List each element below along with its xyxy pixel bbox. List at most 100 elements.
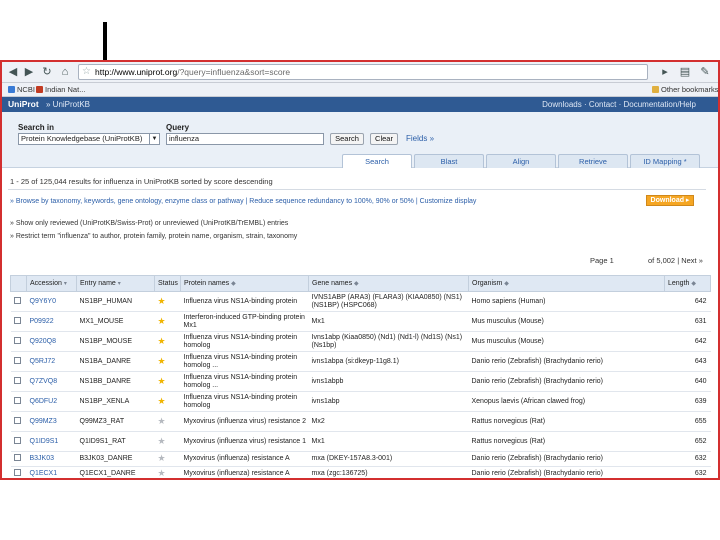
accession-cell[interactable]: Q9Y6Y0 bbox=[26, 291, 77, 312]
tab-search[interactable]: Search bbox=[342, 154, 412, 168]
row-checkbox[interactable] bbox=[10, 391, 27, 412]
url-field[interactable]: ☆ http://www.uniprot.org/?query=influenz… bbox=[78, 64, 648, 80]
home-icon[interactable]: ⌂ bbox=[58, 65, 72, 79]
tab-align[interactable]: Align bbox=[486, 154, 556, 168]
search-button[interactable]: Search bbox=[330, 133, 364, 145]
sort-icon: ◆ bbox=[354, 281, 359, 287]
accession-cell[interactable]: Q7ZVQ8 bbox=[26, 371, 77, 392]
bookmark-label: Indian Nat... bbox=[45, 85, 86, 94]
pager-page[interactable]: Page 1 bbox=[590, 256, 614, 265]
column-header-status[interactable]: Status bbox=[154, 275, 181, 292]
gene-names-cell: Ivns1abp (Kiaa0850) (Nd1) (Nd1-l) (Nd1S)… bbox=[308, 331, 469, 352]
gene-names-cell: IVNS1ABP (ARA3) (FLARA3) (KIAA0850) (NS1… bbox=[308, 291, 469, 312]
table-row[interactable]: Q9Y6Y0 NS1BP_HUMAN ★ Influenza virus NS1A-b… bbox=[10, 291, 711, 312]
column-header-organism[interactable]: Organism ◆ bbox=[468, 275, 665, 292]
bookmark-star-icon[interactable]: ☆ bbox=[82, 65, 91, 79]
accession-cell[interactable]: Q1ECX1 bbox=[26, 466, 77, 478]
accession-cell[interactable]: B3JK03 bbox=[26, 451, 77, 467]
column-header-accession[interactable]: Accession ▾ bbox=[26, 275, 77, 292]
bookmarks-bar: NCBI Indian Nat... Other bookmarks bbox=[2, 83, 718, 97]
table-row[interactable]: B3JK03 B3JK03_DANRE ★ Myxovirus (influenza)… bbox=[10, 451, 711, 467]
accession-cell[interactable]: Q920Q8 bbox=[26, 331, 77, 352]
row-checkbox[interactable] bbox=[10, 431, 27, 452]
organism-cell: Rattus norvegicus (Rat) bbox=[468, 411, 665, 432]
length-cell: 655 bbox=[664, 411, 711, 432]
back-icon[interactable]: ◀ bbox=[6, 65, 20, 79]
fields-link[interactable]: Fields » bbox=[406, 134, 434, 143]
table-row[interactable]: Q99MZ3 Q99MZ3_RAT ★ Myxovirus (influenza vi… bbox=[10, 411, 711, 432]
accession-cell[interactable]: P09922 bbox=[26, 311, 77, 332]
length-cell: 642 bbox=[664, 331, 711, 352]
wrench-icon[interactable]: ✎ bbox=[698, 65, 712, 79]
tab-blast[interactable]: Blast bbox=[414, 154, 484, 168]
row-checkbox[interactable] bbox=[10, 411, 27, 432]
accession-cell[interactable]: Q5RJ72 bbox=[26, 351, 77, 372]
checkbox[interactable] bbox=[13, 469, 21, 477]
checkbox[interactable] bbox=[13, 396, 21, 404]
checkbox[interactable] bbox=[13, 454, 21, 462]
row-checkbox[interactable] bbox=[10, 351, 27, 372]
status-cell: ★ bbox=[154, 371, 181, 392]
table-row[interactable]: Q7ZVQ8 NS1BB_DANRE ★ Influenza virus NS1A-b… bbox=[10, 371, 711, 392]
row-checkbox[interactable] bbox=[10, 451, 27, 467]
entry-name-cell: NS1BP_MOUSE bbox=[76, 331, 155, 352]
checkbox[interactable] bbox=[13, 436, 21, 444]
protein-names-cell: Interferon-induced GTP-binding protein M… bbox=[180, 311, 309, 332]
column-header-protein-names[interactable]: Protein names ◆ bbox=[180, 275, 309, 292]
uniprot-logo[interactable]: UniProt bbox=[8, 97, 39, 112]
row-checkbox[interactable] bbox=[10, 371, 27, 392]
header-section[interactable]: » UniProtKB bbox=[46, 97, 90, 112]
table-row[interactable]: Q1ID9S1 Q1ID9S1_RAT ★ Myxovirus (influenza … bbox=[10, 431, 711, 452]
accession-cell[interactable]: Q1ID9S1 bbox=[26, 431, 77, 452]
row-checkbox[interactable] bbox=[10, 311, 27, 332]
accession-cell[interactable]: Q6DFU2 bbox=[26, 391, 77, 412]
pager-next[interactable]: of 5,002 | Next » bbox=[648, 256, 703, 265]
column-header-gene-names[interactable]: Gene names ◆ bbox=[308, 275, 469, 292]
forward-icon[interactable]: ▶ bbox=[22, 65, 36, 79]
row-checkbox[interactable] bbox=[10, 331, 27, 352]
url-host: http://www.uniprot.org bbox=[95, 67, 178, 77]
gene-names-cell: Mx1 bbox=[308, 431, 469, 452]
checkbox[interactable] bbox=[13, 336, 21, 344]
result-tools[interactable]: » Browse by taxonomy, keywords, gene ont… bbox=[10, 196, 710, 208]
bookmark-ncbi[interactable]: NCBI bbox=[8, 83, 35, 96]
tab-retrieve[interactable]: Retrieve bbox=[558, 154, 628, 168]
table-row[interactable]: Q920Q8 NS1BP_MOUSE ★ Influenza virus NS1A-b… bbox=[10, 331, 711, 352]
row-checkbox[interactable] bbox=[10, 466, 27, 478]
go-icon[interactable]: ▸ bbox=[658, 65, 672, 79]
query-input[interactable]: influenza bbox=[166, 133, 324, 145]
bookmark-indian-nat[interactable]: Indian Nat... bbox=[36, 83, 85, 96]
chevron-down-icon: ▼ bbox=[149, 134, 159, 144]
page-menu-icon[interactable]: ▤ bbox=[678, 65, 692, 79]
checkbox[interactable] bbox=[13, 416, 21, 424]
checkbox[interactable] bbox=[13, 316, 21, 324]
header-links[interactable]: Downloads · Contact · Documentation/Help bbox=[542, 97, 696, 112]
checkbox[interactable] bbox=[13, 296, 21, 304]
database-select[interactable]: Protein Knowledgebase (UniProtKB) ▼ bbox=[18, 133, 160, 145]
row-checkbox[interactable] bbox=[10, 291, 27, 312]
column-header-length[interactable]: Length ◆ bbox=[664, 275, 711, 292]
sort-icon: ▾ bbox=[117, 281, 121, 287]
reload-icon[interactable]: ↻ bbox=[40, 65, 54, 79]
checkbox[interactable] bbox=[13, 376, 21, 384]
other-bookmarks-label: Other bookmarks bbox=[661, 85, 719, 94]
browser-window: ◀ ▶ ↻ ⌂ ☆ http://www.uniprot.org/?query=… bbox=[0, 60, 720, 480]
filter-restrict[interactable]: » Restrict term "influenza" to author, p… bbox=[10, 233, 297, 240]
column-header-entry-name[interactable]: Entry name ▾ bbox=[76, 275, 155, 292]
table-row[interactable]: Q1ECX1 Q1ECX1_DANRE ★ Myxovirus (influenza)… bbox=[10, 466, 711, 478]
tab-id-mapping[interactable]: ID Mapping * bbox=[630, 154, 700, 168]
checkbox[interactable] bbox=[13, 356, 21, 364]
entry-name-cell: NS1BA_DANRE bbox=[76, 351, 155, 372]
length-cell: 643 bbox=[664, 351, 711, 372]
table-row[interactable]: Q5RJ72 NS1BA_DANRE ★ Influenza virus NS1A-b… bbox=[10, 351, 711, 372]
table-row[interactable]: Q6DFU2 NS1BP_XENLA ★ Influenza virus NS1A-b… bbox=[10, 391, 711, 412]
clear-button[interactable]: Clear bbox=[370, 133, 398, 145]
entry-name-cell: Q1ECX1_DANRE bbox=[76, 466, 155, 478]
other-bookmarks[interactable]: Other bookmarks bbox=[652, 83, 719, 96]
download-button[interactable]: Download ▸ bbox=[646, 195, 694, 206]
filter-reviewed[interactable]: » Show only reviewed (UniProtKB/Swiss-Pr… bbox=[10, 220, 288, 227]
entry-name-cell: NS1BP_XENLA bbox=[76, 391, 155, 412]
table-row[interactable]: P09922 MX1_MOUSE ★ Interferon-induced GTP-b… bbox=[10, 311, 711, 332]
unreviewed-star-icon: ★ bbox=[157, 435, 166, 446]
accession-cell[interactable]: Q99MZ3 bbox=[26, 411, 77, 432]
